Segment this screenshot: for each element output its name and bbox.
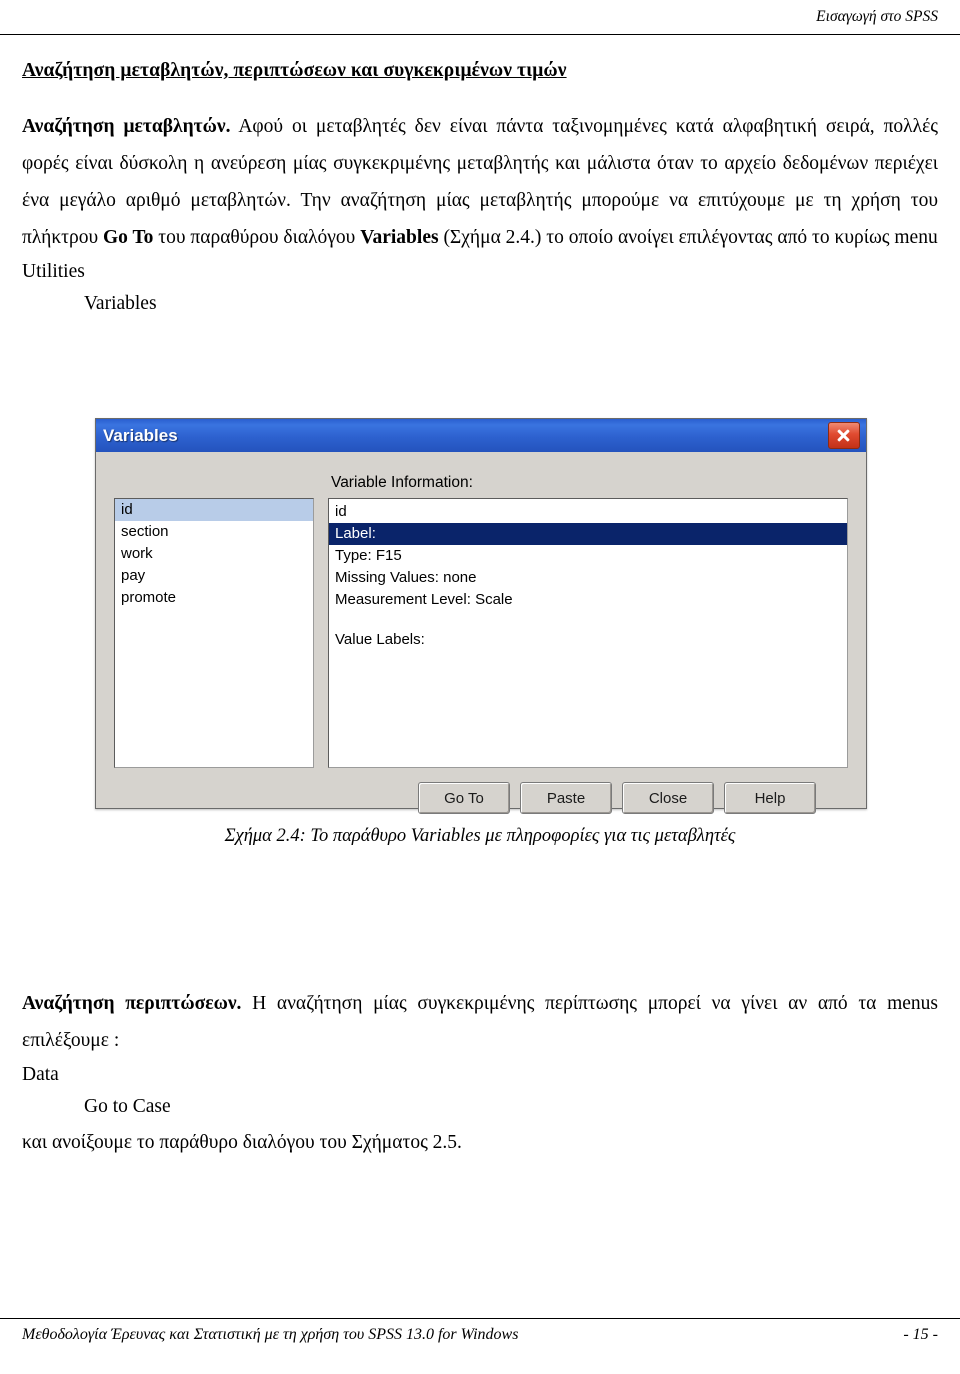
help-button[interactable]: Help	[724, 782, 816, 814]
close-icon[interactable]	[828, 422, 860, 449]
document-page: Εισαγωγή στο SPSS Αναζήτηση μεταβλητών, …	[0, 0, 960, 1374]
value-labels-label: Value Labels:	[335, 631, 425, 648]
go-to-keyword: Go To	[103, 227, 154, 248]
page-footer: Μεθοδολογία Έρευνας και Στατιστική με τη…	[22, 1326, 938, 1344]
menu-path-go-to-case: Go to Case	[84, 1096, 171, 1117]
dialog-body: id section work pay promote Variable Inf…	[96, 452, 866, 814]
info-line-missing-values: Missing Values: none	[335, 569, 477, 586]
list-item[interactable]: promote	[115, 587, 313, 609]
paragraph-lead-in: Αναζήτηση μεταβλητών.	[22, 116, 231, 137]
footer-left-text: Μεθοδολογία Έρευνας και Στατιστική με τη…	[22, 1326, 519, 1343]
main-content: Αναζήτηση μεταβλητών, περιπτώσεων και συ…	[22, 60, 938, 320]
variables-dialog: Variables id section work pay promote Va…	[95, 418, 867, 814]
list-item[interactable]: pay	[115, 565, 313, 587]
paragraph-text-2: του παραθύρου διαλόγου	[153, 227, 361, 248]
list-item[interactable]: section	[115, 521, 313, 543]
footer-divider	[0, 1318, 960, 1319]
dialog-title: Variables	[103, 425, 178, 445]
info-line-name: id	[335, 503, 347, 520]
paragraph2-lead-in: Αναζήτηση περιπτώσεων.	[22, 993, 242, 1014]
figure-caption: Σχήμα 2.4: Το παράθυρο Variables με πληρ…	[224, 826, 736, 846]
running-header: Εισαγωγή στο SPSS	[816, 8, 938, 25]
info-line-label: Label:	[329, 523, 847, 545]
header-divider	[0, 34, 960, 35]
lower-content: Αναζήτηση περιπτώσεων. Η αναζήτηση μίας …	[22, 985, 938, 1159]
dialog-button-row: Go To Paste Close Help	[418, 782, 816, 814]
info-line-type: Type: F15	[335, 547, 402, 564]
list-item[interactable]: id	[115, 499, 313, 521]
menu-path-variables: Variables	[84, 293, 157, 314]
dialog-titlebar: Variables	[96, 419, 866, 452]
menu-path-data: Data	[22, 1064, 59, 1085]
menu-path-utilities: Utilities	[22, 261, 85, 282]
paragraph-text-3: (Σχήμα 2.4.) το οποίο ανοίγει επιλέγοντα…	[438, 227, 938, 248]
paragraph-closing: και ανοίξουμε το παράθυρο διαλόγου του Σ…	[22, 1132, 462, 1153]
variable-information-panel: id Label: Type: F15 Missing Values: none…	[328, 498, 848, 768]
close-button[interactable]: Close	[622, 782, 714, 814]
list-item[interactable]: work	[115, 543, 313, 565]
paste-button[interactable]: Paste	[520, 782, 612, 814]
paragraph-variables-search: Αναζήτηση μεταβλητών. Αφού οι μεταβλητές…	[22, 108, 938, 256]
variable-information-label: Variable Information:	[331, 474, 473, 491]
info-line-measurement-level: Measurement Level: Scale	[335, 591, 513, 608]
paragraph-case-search: Αναζήτηση περιπτώσεων. Η αναζήτηση μίας …	[22, 985, 938, 1059]
footer-page-number: - 15 -	[903, 1326, 938, 1343]
variables-keyword: Variables	[360, 227, 439, 248]
go-to-button[interactable]: Go To	[418, 782, 510, 814]
variable-list[interactable]: id section work pay promote	[114, 498, 314, 768]
page-title: Αναζήτηση μεταβλητών, περιπτώσεων και συ…	[22, 60, 567, 81]
